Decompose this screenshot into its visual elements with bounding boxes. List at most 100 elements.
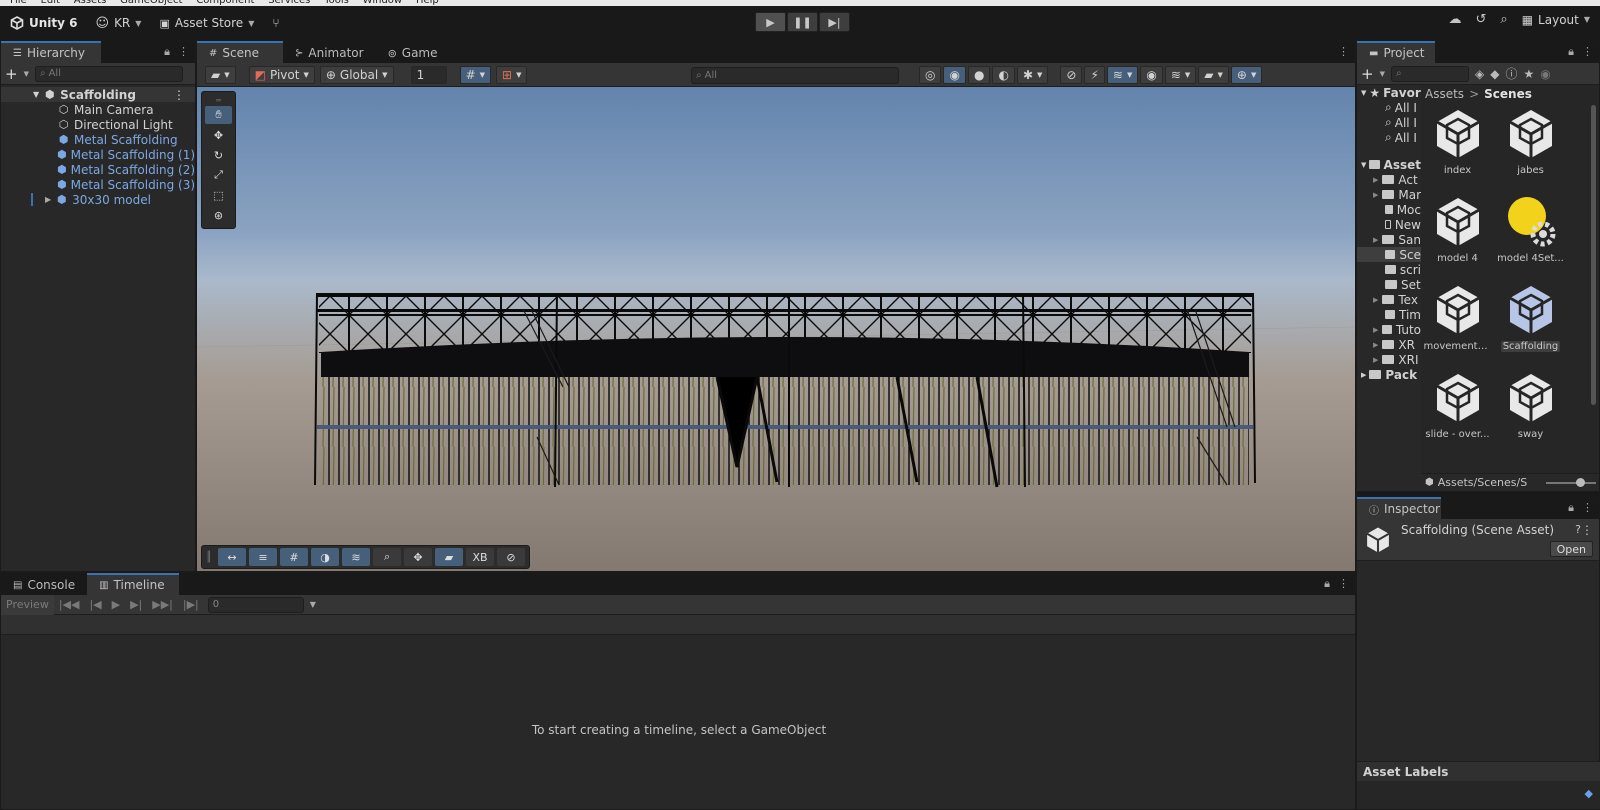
more-icon[interactable]: ⋮ <box>1582 45 1593 59</box>
hierarchy-item-30x30-model[interactable]: ▶ ⬢ 30x30 model <box>1 192 195 207</box>
breadcrumb-scenes[interactable]: Scenes <box>1484 87 1532 101</box>
overlay-grip[interactable]: ║ <box>206 552 212 563</box>
tab-console[interactable]: ▤ Console <box>1 573 87 595</box>
unity-version-button[interactable]: Unity 6 <box>6 11 82 35</box>
asset-tile[interactable]: slide - over... <box>1421 369 1494 453</box>
tab-animator[interactable]: ⊱ Animator <box>283 41 376 63</box>
preview-button[interactable]: Preview <box>1 594 54 615</box>
chevron-down-icon[interactable]: ▼ <box>310 600 316 609</box>
label-tag-icon[interactable]: ◆ <box>1585 787 1593 800</box>
play-button[interactable]: ▶ <box>755 12 786 32</box>
folder-row[interactable]: ▶ XRI <box>1357 352 1421 367</box>
scene-search-input[interactable]: ⌕ All <box>691 67 899 84</box>
history-icon[interactable]: ↺ <box>1476 12 1487 27</box>
breadcrumb-assets[interactable]: Assets <box>1425 87 1464 101</box>
chevron-down-icon[interactable]: ▼ <box>24 70 29 78</box>
xb-button[interactable]: XB <box>466 548 495 566</box>
account-dropdown[interactable]: ☺ KR ▼ <box>92 11 146 35</box>
tab-project[interactable]: ▬ Project <box>1357 41 1435 63</box>
more-icon[interactable]: ⋮ <box>1338 45 1349 58</box>
orientation-button[interactable]: ◑ <box>311 548 340 566</box>
audio-toggle[interactable]: ⊘ <box>1060 66 1083 84</box>
add-icon[interactable]: + <box>5 65 18 83</box>
tab-scene[interactable]: # Scene <box>197 41 283 63</box>
hierarchy-item-metal-scaffolding[interactable]: ⬢ Metal Scaffolding <box>1 132 195 147</box>
cloud-icon[interactable]: ☁ <box>1449 12 1462 27</box>
snap-move-button[interactable]: ↔ <box>218 548 247 566</box>
folder-row[interactable]: Set <box>1357 277 1421 292</box>
hierarchy-item-main-camera[interactable]: ⬡ Main Camera <box>1 102 195 117</box>
pan-button[interactable]: ✥ <box>404 548 433 566</box>
favorite-item[interactable]: ⌕ All I <box>1357 100 1421 115</box>
icon-size-slider[interactable] <box>1545 477 1596 487</box>
add-icon[interactable]: + <box>1361 65 1374 83</box>
hierarchy-item-metal-scaffolding-2[interactable]: ⬢ Metal Scaffolding (2) <box>1 162 195 177</box>
asset-tile[interactable]: movementT... <box>1421 281 1494 365</box>
tab-game[interactable]: ⊚ Game <box>376 41 450 63</box>
first-frame-button[interactable]: |◀◀ <box>54 595 85 615</box>
gizmos-dropdown[interactable]: ⊕ ▼ <box>1230 66 1263 84</box>
asset-tile[interactable]: sway <box>1494 369 1567 453</box>
folder-row[interactable]: ▶ Tex <box>1357 292 1421 307</box>
asset-store-dropdown[interactable]: ▣ Asset Store ▼ <box>155 11 258 35</box>
debug-dropdown[interactable]: ✱ ▼ <box>1016 66 1049 84</box>
shaded-wireframe-toggle[interactable]: ◉ <box>943 66 966 84</box>
asset-tile[interactable]: jabes <box>1494 105 1567 189</box>
expand-arrow-icon[interactable]: ▼ <box>33 90 39 99</box>
loop-button[interactable]: |▶| <box>178 595 204 615</box>
layout-dropdown[interactable]: ▦ Layout ▼ <box>1522 13 1590 27</box>
hierarchy-search-input[interactable]: ⌕ All <box>34 65 183 82</box>
camera-mode-dropdown[interactable]: ▰ ▼ <box>205 65 236 84</box>
open-button[interactable]: Open <box>1549 541 1593 557</box>
pause-button[interactable]: ❚❚ <box>787 12 818 32</box>
packages-row[interactable]: ▶ Pack <box>1357 367 1421 382</box>
global-dropdown[interactable]: ⊕ Global ▼ <box>319 65 394 84</box>
folder-row[interactable]: Moc <box>1357 202 1421 217</box>
timeline-play-button[interactable]: ▶ <box>107 595 125 615</box>
grid-size-field[interactable]: 1 <box>410 65 447 84</box>
scene-root-row[interactable]: ▼ ⬢ Scaffolding ⋮ <box>1 87 195 102</box>
folder-row[interactable]: ▶ Act <box>1357 172 1421 187</box>
assets-root-row[interactable]: ▼ Asset <box>1357 157 1421 172</box>
asset-tile[interactable]: model 4Set... <box>1494 193 1567 277</box>
more-icon[interactable]: ⋮ <box>173 88 185 102</box>
grid-visibility-button[interactable]: # <box>280 548 309 566</box>
asset-tile[interactable]: model 4 <box>1421 193 1494 277</box>
increment-snap-toggle[interactable]: ⊞ ▼ <box>496 65 528 84</box>
lock-icon[interactable]: 🔒︎ <box>1568 501 1574 515</box>
layer-visibility-dropdown[interactable]: ≋ ▼ <box>1164 66 1197 84</box>
align-button[interactable]: ≡ <box>249 548 278 566</box>
folder-row[interactable]: ▶ Mar <box>1357 187 1421 202</box>
filter-type-icon[interactable]: ◈ <box>1475 67 1484 81</box>
lock-icon[interactable]: 🔒︎ <box>1324 577 1330 591</box>
folder-row[interactable]: ▶ Tuto <box>1357 322 1421 337</box>
visibility-toggle[interactable]: ◉ <box>1140 66 1163 84</box>
last-frame-button[interactable]: ▶▶| <box>147 595 178 615</box>
asset-tile-selected[interactable]: Scaffolding <box>1494 281 1567 365</box>
shaded-toggle[interactable]: ● <box>967 66 991 84</box>
favorite-item[interactable]: ⌕ All I <box>1357 130 1421 145</box>
frame-field[interactable]: 0 <box>207 596 304 613</box>
wireframe-toggle[interactable]: ◎ <box>919 66 942 84</box>
tab-timeline[interactable]: ▥ Timeline <box>87 573 180 595</box>
folder-row[interactable]: ▶ San <box>1357 232 1421 247</box>
next-frame-button[interactable]: ▶| <box>125 595 147 615</box>
more-icon[interactable]: ⋮ <box>1582 501 1593 515</box>
scale-tool-button[interactable]: ⤢ <box>205 166 232 184</box>
info-icon[interactable]: ⓘ <box>1505 65 1517 82</box>
layers-dropdown[interactable]: ≋ ▼ <box>1106 66 1139 84</box>
scene-viewport[interactable]: ═ ✋︎ ✥ ↻ ⤢ ⬚ ⊛ ║ ↔ ≡ # ◑ ≋ ⌕ ✥ ▰ XB ⊘ <box>197 87 1355 571</box>
star-icon[interactable]: ★ <box>1523 67 1534 81</box>
step-button[interactable]: ▶| <box>819 12 850 32</box>
hierarchy-item-metal-scaffolding-3[interactable]: ⬢ Metal Scaffolding (3) <box>1 177 195 192</box>
hierarchy-item-directional-light[interactable]: ⬡ Directional Light <box>1 117 195 132</box>
lock-icon[interactable]: 🔒︎ <box>164 45 170 59</box>
rect-tool-button[interactable]: ⬚ <box>205 186 232 204</box>
transform-tool-button[interactable]: ⊛ <box>205 206 232 224</box>
layer-button[interactable]: ≋ <box>342 548 371 566</box>
favorite-item[interactable]: ⌕ All I <box>1357 115 1421 130</box>
grid-snap-toggle[interactable]: # ▼ <box>459 65 492 84</box>
eye-icon[interactable]: ◉ <box>1540 67 1550 81</box>
move-tool-button[interactable]: ✥ <box>205 126 232 144</box>
search-icon[interactable]: ⌕ <box>1500 12 1507 27</box>
